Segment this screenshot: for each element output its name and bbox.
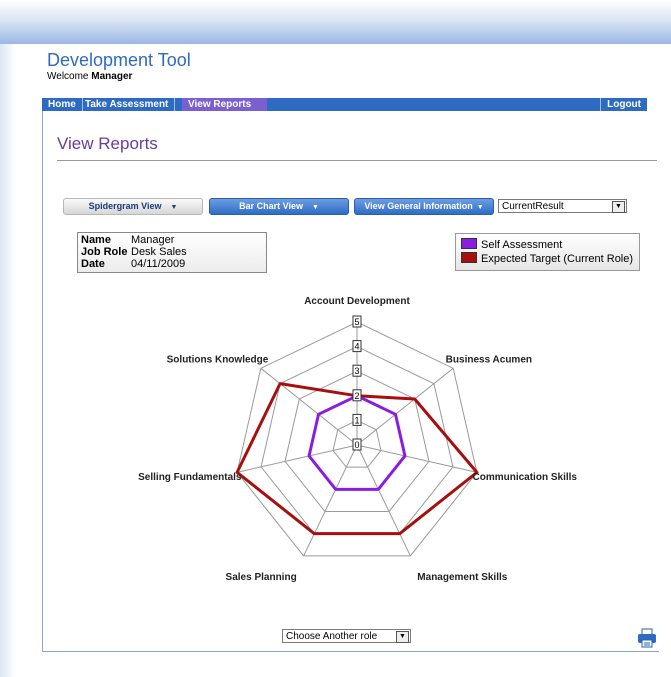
axis-spoke [303, 444, 358, 557]
tick-label: 5 [354, 317, 359, 327]
tick-label: 2 [354, 391, 359, 401]
axis-label: Solutions Knowledge [167, 354, 269, 365]
axis-label: Communication Skills [473, 472, 578, 483]
spidergram-chart: 0 1 2 3 4 5 Account Development Business Acumen… [138, 296, 578, 583]
axis-label: Management Skills [417, 572, 507, 583]
tick-label: 4 [354, 342, 359, 352]
choose-role-select[interactable]: Choose Another role ▼ [282, 629, 411, 643]
axis-label: Business Acumen [446, 354, 532, 365]
axis-label: Sales Planning [226, 572, 297, 583]
axis-label: Account Development [304, 296, 410, 307]
choose-role-value: Choose Another role [286, 631, 378, 642]
tick-label: 0 [354, 440, 359, 450]
axis-label: Selling Fundamentals [138, 472, 242, 483]
tick-label: 1 [354, 415, 359, 425]
printer-icon[interactable] [637, 628, 657, 648]
axis-spoke [356, 444, 411, 557]
tick-label: 3 [354, 366, 359, 376]
dropdown-arrow-icon[interactable]: ▼ [396, 631, 409, 643]
